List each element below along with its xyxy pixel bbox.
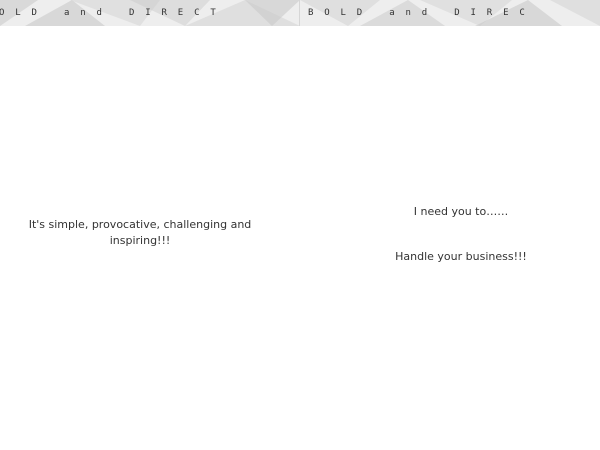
- right-page-line-2: Handle your business!!!: [395, 250, 527, 263]
- right-page: B O L D a n d D I R E C I need you to…… …: [300, 0, 600, 450]
- right-page-line-1: I need you to……: [413, 205, 509, 218]
- document-spread: O L D a n d D I R E C T It's simple, pro…: [0, 0, 600, 450]
- right-page-header-band: B O L D a n d D I R E C: [300, 0, 600, 26]
- left-header-text: O L D a n d D I R E C T: [0, 8, 216, 18]
- right-header-text: B O L D a n d D I R E C: [308, 8, 525, 18]
- left-page-quote: It's simple, provocative, challenging an…: [28, 218, 252, 247]
- left-page-header-band: O L D a n d D I R E C T: [0, 0, 300, 26]
- left-page: O L D a n d D I R E C T It's simple, pro…: [0, 0, 300, 450]
